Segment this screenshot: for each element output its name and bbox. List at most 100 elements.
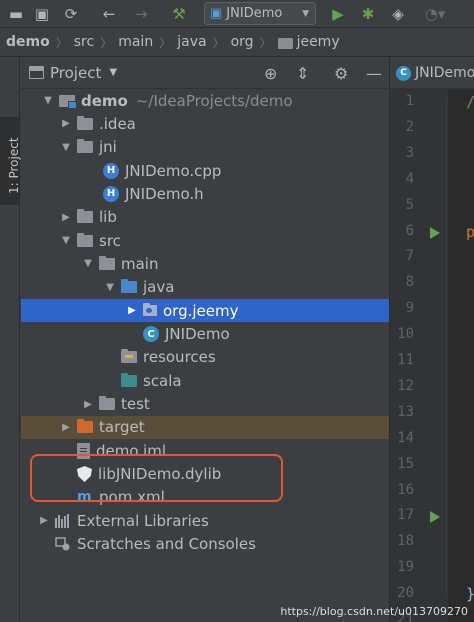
collapse-arrow-icon[interactable]: ▶ (59, 422, 73, 433)
tree-item[interactable]: ▶ target (21, 415, 389, 439)
libraries-icon (55, 513, 71, 528)
tree-item-label: lib (99, 208, 117, 227)
sync-icon[interactable]: ⟳ (60, 3, 82, 25)
tree-item-label: java (143, 278, 175, 297)
tree-item[interactable]: ▶ lib (21, 206, 389, 229)
expand-arrow-icon[interactable]: ▼ (81, 258, 95, 269)
module-folder-icon (59, 94, 77, 109)
folder-icon (99, 396, 115, 411)
tree-item[interactable]: ▶ test (21, 393, 389, 416)
run-gutter-icon[interactable] (430, 511, 440, 524)
folder-icon (99, 255, 115, 270)
line-number: 19 (397, 559, 414, 576)
main-toolbar: ▬ ▣ ⟳ ← → ⚒ ▣ JNIDemo ▼ ▶ ✱ ◈ ◔▾ (0, 0, 474, 28)
collapse-arrow-icon[interactable]: ▶ (59, 118, 73, 129)
folder-icon (77, 232, 93, 247)
hide-panel-icon[interactable]: — (366, 64, 382, 83)
editor-tab-jnidemo[interactable]: C JNIDemo (396, 62, 474, 84)
profile-icon[interactable]: ◔▾ (420, 3, 450, 25)
gear-icon[interactable]: ⚙ (334, 64, 348, 83)
project-view-selector[interactable]: Project ▼ (29, 64, 117, 82)
tree-item-label: test (121, 395, 150, 414)
tree-item[interactable]: ▼ src (21, 229, 389, 252)
breadcrumb-item-jeemy[interactable]: jeemy (297, 34, 340, 50)
folder-icon (77, 115, 93, 130)
open-folder-icon[interactable]: ▬ (6, 3, 26, 25)
tree-item-label: Scratches and Consoles (77, 535, 256, 554)
tree-item-label: main (121, 254, 159, 273)
tree-item-label: JNIDemo.cpp (125, 161, 222, 180)
tree-item[interactable]: resources (21, 346, 389, 369)
tree-item[interactable]: ▼ java (21, 276, 389, 299)
breadcrumb-item-org[interactable]: org (231, 34, 254, 50)
breadcrumb-item-java[interactable]: java (177, 34, 206, 50)
folder-icon (77, 139, 93, 154)
collapse-arrow-icon[interactable]: ▶ (37, 515, 51, 526)
line-number: 4 (405, 170, 414, 187)
tree-item[interactable]: libJNIDemo.dylib (21, 463, 389, 486)
tree-item[interactable]: Scratches and Consoles (21, 533, 389, 556)
run-gutter-icon[interactable] (430, 226, 440, 239)
tree-item[interactable]: H JNIDemo.cpp (21, 159, 389, 182)
expand-arrow-icon[interactable]: ▼ (103, 282, 117, 293)
line-number-gutter[interactable]: 1 2 3 4 5 6 7 8 9 10 11 12 13 14 15 16 17 18 19 20 21 (390, 89, 448, 622)
tree-item[interactable]: ▼ main (21, 252, 389, 275)
file-icon (77, 442, 90, 459)
editor-tab-bar: C JNIDemo (390, 57, 474, 89)
tree-item[interactable]: ▶ External Libraries (21, 509, 389, 532)
line-number: 15 (397, 455, 414, 472)
tree-item-label: target (99, 418, 145, 437)
expand-arrow-icon[interactable]: ▼ (41, 95, 55, 106)
watermark-text: https://blog.csdn.net/u013709270 (280, 605, 468, 618)
tree-item[interactable]: H JNIDemo.h (21, 182, 389, 205)
project-tree: ▼ demo ~/IdeaProjects/demo ▶ .idea ▼ jni H JNIDe… (21, 89, 389, 622)
navigation-breadcrumb: demo 〉 src 〉 main 〉 java 〉 org 〉 jeemy (0, 28, 474, 57)
tree-item[interactable]: m pom.xml (21, 486, 389, 509)
tree-item[interactable]: ▼ demo ~/IdeaProjects/demo (21, 89, 389, 112)
coverage-icon[interactable]: ◈ (388, 3, 408, 25)
line-number: 18 (397, 533, 414, 550)
tree-item[interactable]: ▶ .idea (21, 112, 389, 135)
tree-item-label: JNIDemo (165, 325, 230, 343)
chevron-down-icon: ▼ (109, 67, 118, 78)
expand-arrow-icon[interactable]: ▼ (59, 235, 73, 246)
scratches-icon (55, 536, 71, 552)
forward-arrow-icon[interactable]: → (130, 3, 152, 25)
breadcrumb-item-main[interactable]: main (118, 34, 153, 50)
collapse-arrow-icon[interactable]: ▶ (81, 399, 95, 410)
tree-item-label: scala (143, 371, 182, 390)
line-number: 17 (397, 507, 414, 524)
java-class-icon: C (143, 326, 159, 342)
source-folder-icon (121, 372, 137, 387)
collapse-arrow-icon[interactable]: ▶ (125, 305, 139, 316)
save-icon[interactable]: ▣ (32, 3, 52, 25)
line-number: 10 (397, 326, 414, 343)
chevron-right-icon: 〉 (259, 35, 272, 50)
chevron-right-icon: 〉 (212, 35, 225, 50)
run-config-label: JNIDemo (226, 6, 283, 21)
back-arrow-icon[interactable]: ← (98, 3, 120, 25)
line-number: 2 (405, 118, 414, 135)
chevron-down-icon: ▼ (302, 8, 309, 19)
locate-target-icon[interactable]: ⊕ (264, 64, 277, 83)
expand-arrow-icon[interactable]: ▼ (59, 142, 73, 153)
run-configuration-select[interactable]: ▣ JNIDemo ▼ (204, 2, 316, 25)
tree-item[interactable]: C JNIDemo (21, 323, 389, 346)
tree-item-label: .idea (99, 114, 136, 133)
chevron-right-icon: 〉 (100, 35, 113, 50)
library-file-icon (77, 466, 92, 483)
collapse-arrow-icon[interactable]: ▶ (59, 212, 73, 223)
collapse-all-icon[interactable]: ⇕ (296, 64, 309, 83)
source-folder-icon (121, 279, 137, 294)
tree-item[interactable]: ▶ org.jeemy (21, 299, 389, 323)
tree-item[interactable]: demo.iml (21, 439, 389, 462)
breadcrumb-item-src[interactable]: src (74, 34, 94, 50)
breadcrumb-item-demo[interactable]: demo (6, 34, 50, 50)
run-icon[interactable]: ▶ (328, 3, 348, 25)
build-hammer-icon[interactable]: ⚒ (168, 3, 190, 25)
debug-icon[interactable]: ✱ (358, 3, 378, 25)
run-config-icon: ▣ (210, 6, 223, 21)
tree-item[interactable]: ▼ jni (21, 136, 389, 159)
line-number: 9 (405, 300, 414, 317)
tree-item[interactable]: scala (21, 369, 389, 392)
